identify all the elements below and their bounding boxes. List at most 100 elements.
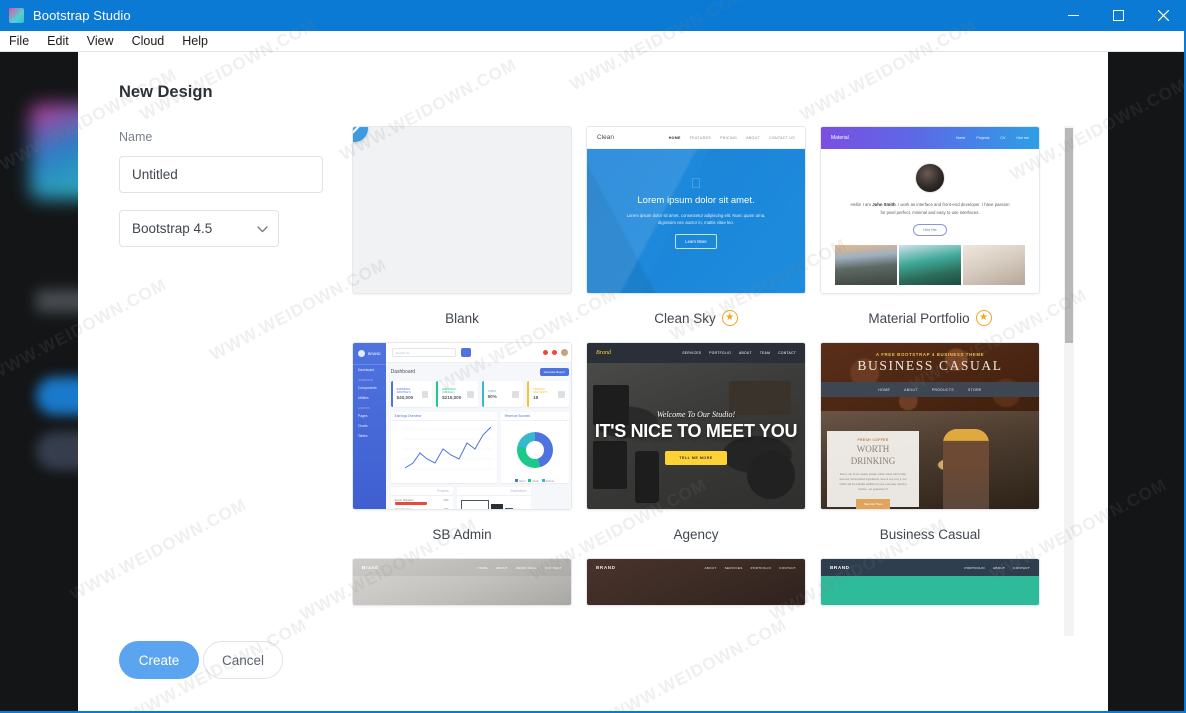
template-thumbnail-row3-3[interactable]: BRAND PORTFOLIO ABOUT CONTACT xyxy=(820,558,1040,606)
preview-hero:  Lorem ipsum dolor sit amet. Lorem ipsu… xyxy=(587,149,805,293)
minimize-icon[interactable] xyxy=(1051,0,1096,31)
close-icon[interactable] xyxy=(1141,0,1184,31)
preview-navbar: Brand SERVICES PORTFOLIO ABOUT TEAM CONT… xyxy=(587,343,805,363)
preview-page: BRAND PORTFOLIO ABOUT CONTACT xyxy=(821,559,1039,605)
template-thumbnail-row3-2[interactable]: BRAND ABOUT SERVICES PORTFOLIO CONTACT xyxy=(586,558,806,606)
menu-item-view[interactable]: View xyxy=(78,31,123,52)
preview-navbar: Material Home Projects CV Hire me xyxy=(821,127,1039,149)
window-controls xyxy=(1051,0,1184,31)
avatar xyxy=(915,163,945,193)
template-card-row3-2[interactable]: BRAND ABOUT SERVICES PORTFOLIO CONTACT xyxy=(586,558,806,606)
template-thumbnail-business-casual[interactable]: A FREE BOOTSTRAP 4 BUSINESS THEME BUSINE… xyxy=(820,342,1040,510)
template-thumbnail-clean-sky[interactable]: Clean HOME FEATURES PRICING ABOUT CONTAC… xyxy=(586,126,806,294)
nav-link: TEAM xyxy=(759,351,771,355)
template-card-row3-1[interactable]: Brand HOME ABOUT DEMO PAGE CONTACT xyxy=(352,558,572,606)
template-thumbnail-blank[interactable] xyxy=(352,126,572,294)
stat-value: $215,000 xyxy=(442,395,462,400)
sidebar-item: Utilities xyxy=(358,396,369,400)
preview-cta-button: TELL ME MORE xyxy=(665,450,727,465)
nav-link: DEMO PAGE xyxy=(515,565,538,570)
nav-link: Hire me xyxy=(1016,136,1029,140)
template-label: Blank xyxy=(352,294,572,342)
design-name-input[interactable] xyxy=(119,156,323,193)
sidebar-item: Components xyxy=(358,386,377,390)
preview-card: FRESH COFFEE WORTH DRINKING Every cup of… xyxy=(827,431,919,509)
panel-title: Projects xyxy=(437,489,449,493)
template-thumbnail-agency[interactable]: Brand SERVICES PORTFOLIO ABOUT TEAM CONT… xyxy=(586,342,806,510)
preview-nav-links: SERVICES PORTFOLIO ABOUT TEAM CONTACT xyxy=(682,351,796,355)
template-scrollbar[interactable] xyxy=(1064,126,1074,636)
preview-cta-button: Hire Me xyxy=(913,224,947,237)
new-design-dialog: New Design Name Template Bootstrap 4.5 xyxy=(78,52,1108,711)
preview-navbar: BRAND PORTFOLIO ABOUT CONTACT xyxy=(821,559,1039,576)
nav-link: ABOUT xyxy=(495,565,508,570)
preview-page: BRAND ABOUT SERVICES PORTFOLIO CONTACT xyxy=(587,559,805,605)
panel-header: Illustrations xyxy=(456,487,531,496)
template-card-clean-sky[interactable]: Clean HOME FEATURES PRICING ABOUT CONTAC… xyxy=(586,126,806,342)
menu-item-help[interactable]: Help xyxy=(173,31,217,52)
template-card-row3-3[interactable]: BRAND PORTFOLIO ABOUT CONTACT xyxy=(820,558,1040,606)
template-name: Clean Sky xyxy=(654,310,716,326)
template-card-agency[interactable]: Brand SERVICES PORTFOLIO ABOUT TEAM CONT… xyxy=(586,342,806,558)
template-card-material-portfolio[interactable]: Material Home Projects CV Hire me Hello!… xyxy=(820,126,1040,342)
preview-content: Dashboard Generate Report EARNINGS (MONT… xyxy=(386,363,571,510)
cancel-button[interactable]: Cancel xyxy=(203,641,283,679)
donut-chart xyxy=(501,421,569,479)
intro-name: John Smith xyxy=(872,202,896,207)
scrollbar-thumb[interactable] xyxy=(1065,128,1073,343)
nav-link: FEATURES xyxy=(689,135,711,140)
bell-icon xyxy=(542,350,548,355)
template-thumbnail-sb-admin[interactable]: BRAND Dashboard INTERFACE Components Uti… xyxy=(352,342,572,510)
nav-link: CONTACT xyxy=(779,565,796,570)
card-title-line2: DRINKING xyxy=(850,456,896,467)
template-card-blank[interactable]: Blank xyxy=(352,126,572,342)
nav-link: ABOUT xyxy=(904,387,918,392)
preview-nav-links: HOME ABOUT DEMO PAGE CONTACT xyxy=(477,566,562,570)
clipboard-icon xyxy=(512,390,520,398)
create-button[interactable]: Create xyxy=(119,641,199,679)
progress-label: Sales Tracking 40% xyxy=(394,508,449,510)
nav-link: PORTFOLIO xyxy=(709,351,731,355)
chevron-down-icon xyxy=(257,221,268,236)
preview-title: BUSINESS CASUAL xyxy=(857,358,1003,373)
name-field-label: Name xyxy=(119,130,153,144)
earnings-panel: Earnings Overview ⋮ xyxy=(390,412,497,483)
template-name: SB Admin xyxy=(432,526,492,542)
preview-nav-links: PORTFOLIO ABOUT CONTACT xyxy=(964,566,1030,570)
stat-label: EARNINGS (MONTHLY) xyxy=(396,388,411,394)
card-button: Take Me There xyxy=(855,499,891,509)
template-card-business-casual[interactable]: A FREE BOOTSTRAP 4 BUSINESS THEME BUSINE… xyxy=(820,342,1040,558)
template-card-sb-admin[interactable]: BRAND Dashboard INTERFACE Components Uti… xyxy=(352,342,572,558)
menu-item-cloud[interactable]: Cloud xyxy=(123,31,174,52)
sidebar-item: Pages xyxy=(358,414,368,418)
preview-search-input: Search for... xyxy=(391,348,456,357)
nav-link: ABOUT xyxy=(704,565,717,570)
report-button: Generate Report xyxy=(539,368,569,376)
legend-item: Social xyxy=(528,479,539,483)
preview-topbar-icons xyxy=(542,349,568,356)
preview-kicker: A FREE BOOTSTRAP 4 BUSINESS THEME xyxy=(875,352,985,357)
bootstrap-version-select[interactable]: Bootstrap 4.5 xyxy=(119,210,279,247)
app-logo-icon xyxy=(9,8,24,23)
preview-sidebar: BRAND Dashboard INTERFACE Components Uti… xyxy=(353,343,386,509)
preview-page: Brand HOME ABOUT DEMO PAGE CONTACT xyxy=(353,559,571,605)
template-thumbnail-material-portfolio[interactable]: Material Home Projects CV Hire me Hello!… xyxy=(820,126,1040,294)
preview-chart-row: Earnings Overview ⋮ Revenue Sources ⋮ Di… xyxy=(390,412,569,483)
apple-icon:  xyxy=(691,175,702,191)
preview-page: A FREE BOOTSTRAP 4 BUSINESS THEME BUSINE… xyxy=(821,343,1039,509)
preview-navbar: BRAND ABOUT SERVICES PORTFOLIO CONTACT xyxy=(587,559,805,576)
menu-item-edit[interactable]: Edit xyxy=(38,31,78,52)
stat-label: PENDING REQUESTS xyxy=(533,388,548,394)
menu-item-file[interactable]: File xyxy=(0,31,38,52)
template-thumbnail-row3-1[interactable]: Brand HOME ABOUT DEMO PAGE CONTACT xyxy=(352,558,572,606)
nav-link: ABOUT xyxy=(738,351,752,355)
preview-navbar: Clean HOME FEATURES PRICING ABOUT CONTAC… xyxy=(587,127,805,149)
nav-link: CONTACT xyxy=(1013,565,1030,570)
maximize-icon[interactable] xyxy=(1096,0,1141,31)
dollar-icon xyxy=(467,390,474,398)
template-name: Agency xyxy=(673,526,719,542)
gallery-image xyxy=(835,245,897,286)
star-icon: ★ xyxy=(721,310,738,326)
preview-dashboard: BRAND Dashboard INTERFACE Components Uti… xyxy=(353,343,571,509)
nav-link: ABOUT xyxy=(993,565,1006,570)
